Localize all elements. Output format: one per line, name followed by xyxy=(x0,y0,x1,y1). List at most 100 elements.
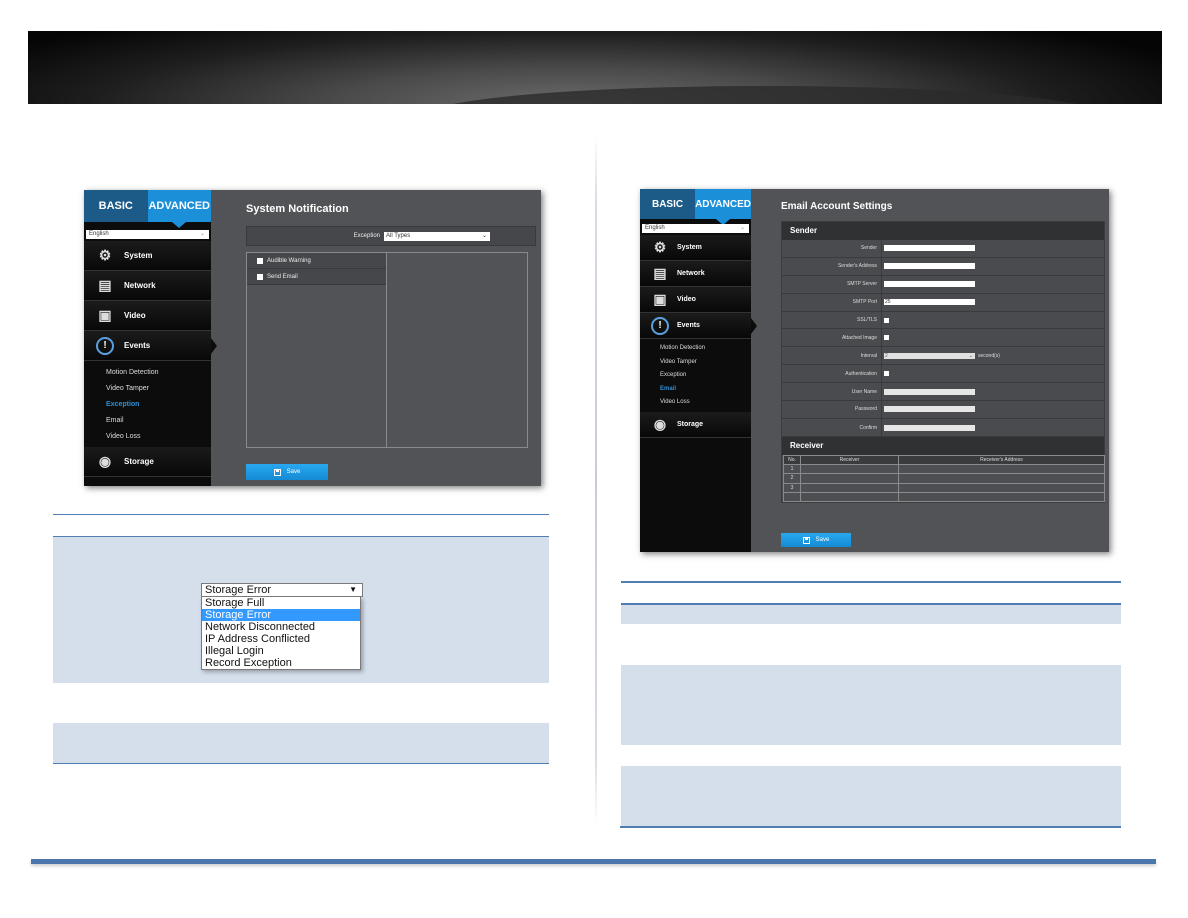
submenu-exception[interactable]: Exception xyxy=(106,397,211,413)
dropdown-option-highlighted[interactable]: Storage Error xyxy=(202,609,360,621)
sidebar-item-network[interactable]: ▤ Network xyxy=(84,271,211,301)
dropdown-option[interactable]: IP Address Conflicted xyxy=(202,633,360,645)
ssl-tls-checkbox[interactable] xyxy=(884,317,889,323)
sender-address-row: Sender's Address xyxy=(782,257,1104,276)
save-button[interactable]: Save xyxy=(246,464,328,480)
table-row[interactable] xyxy=(783,491,1106,502)
audible-warning-checkbox[interactable] xyxy=(257,257,263,264)
dropdown-option[interactable]: Record Exception xyxy=(202,657,360,669)
exception-type-dropdown[interactable]: Storage Error ▼ Storage Full Storage Erro… xyxy=(201,583,363,670)
sidebar-item-storage[interactable]: ◉ Storage xyxy=(640,411,751,438)
column-header-no: No. xyxy=(783,454,801,466)
table-row[interactable]: 2 xyxy=(783,473,1106,484)
submenu-video-tamper[interactable]: Video Tamper xyxy=(660,356,751,370)
table-rule xyxy=(53,763,549,764)
dropdown-option[interactable]: Network Disconnected xyxy=(202,621,360,633)
detail-pane xyxy=(387,253,527,447)
tab-basic[interactable]: BASIC xyxy=(84,190,148,222)
sender-heading: Sender xyxy=(782,222,1104,240)
tab-advanced[interactable]: ADVANCED xyxy=(147,190,211,228)
attached-image-checkbox[interactable] xyxy=(884,335,889,341)
confirm-input[interactable] xyxy=(884,424,975,431)
sidebar-item-video[interactable]: ▣ Video xyxy=(640,287,751,313)
row-address[interactable] xyxy=(897,473,1106,484)
field-label: Sender's Address xyxy=(782,257,882,275)
sidebar: BASIC ADVANCED English ⌄ ⚙ System ▤ Network… xyxy=(640,189,757,552)
row-no: 3 xyxy=(783,482,801,493)
sidebar-item-label: System xyxy=(124,251,153,260)
password-input[interactable] xyxy=(884,406,975,413)
user-name-input[interactable] xyxy=(884,388,975,395)
storage-disk-icon: ◉ xyxy=(98,453,112,469)
interval-select[interactable]: 2 ⌄ xyxy=(884,352,975,359)
page-title: System Notification xyxy=(246,203,349,215)
sidebar-item-system[interactable]: ⚙ System xyxy=(640,235,751,261)
mode-tabs: BASIC ADVANCED xyxy=(640,189,751,225)
submenu-motion-detection[interactable]: Motion Detection xyxy=(106,365,211,381)
tab-advanced[interactable]: ADVANCED xyxy=(695,189,751,225)
authentication-checkbox[interactable] xyxy=(884,371,889,377)
submenu-exception[interactable]: Exception xyxy=(660,369,751,383)
table-rule xyxy=(53,514,549,515)
audible-warning-row[interactable]: Audible Warning xyxy=(247,253,386,269)
table-row[interactable]: 3 xyxy=(783,482,1106,493)
dropdown-selected[interactable]: Storage Error ▼ xyxy=(201,583,363,597)
send-email-row[interactable]: Send Email xyxy=(247,269,386,285)
row-receiver[interactable] xyxy=(800,482,899,493)
save-button[interactable]: Save xyxy=(781,533,851,547)
send-email-checkbox[interactable] xyxy=(257,273,263,280)
submenu-motion-detection[interactable]: Motion Detection xyxy=(660,342,751,356)
receiver-section: Receiver No. Receiver Receiver's Address… xyxy=(781,436,1106,503)
sidebar-item-video[interactable]: ▣ Video xyxy=(84,301,211,331)
floppy-disk-icon xyxy=(273,468,281,476)
row-receiver[interactable] xyxy=(800,464,899,475)
sidebar-item-events[interactable]: ! Events xyxy=(640,313,757,339)
exclamation-circle-icon: ! xyxy=(96,336,114,355)
sidebar-item-system[interactable]: ⚙ System xyxy=(84,241,211,271)
sidebar-item-events[interactable]: ! Events xyxy=(84,331,217,361)
submenu-video-loss[interactable]: Video Loss xyxy=(660,396,751,410)
receiver-heading: Receiver xyxy=(782,437,1104,455)
floppy-disk-icon xyxy=(802,536,810,544)
dropdown-option[interactable]: Illegal Login xyxy=(202,645,360,657)
tab-basic[interactable]: BASIC xyxy=(640,189,696,219)
sender-input[interactable] xyxy=(884,245,975,252)
submenu-video-loss[interactable]: Video Loss xyxy=(106,429,211,445)
table-row[interactable]: 1 xyxy=(783,464,1106,475)
field-label: Password xyxy=(782,401,882,418)
submenu-email[interactable]: Email xyxy=(660,383,751,397)
system-user-tools-icon: ⚙ xyxy=(653,239,667,255)
checkbox-label: Audible Warning xyxy=(267,257,311,264)
footer-rule xyxy=(31,859,1156,864)
notification-grid: Audible Warning Send Email xyxy=(246,252,528,448)
smtp-server-input[interactable] xyxy=(884,281,975,288)
row-no: 1 xyxy=(783,464,801,475)
column-divider xyxy=(595,135,597,825)
exception-select[interactable]: All Types ⌄ xyxy=(384,231,490,241)
submenu-video-tamper[interactable]: Video Tamper xyxy=(106,381,211,397)
row-address[interactable] xyxy=(897,482,1106,493)
field-label: User Name xyxy=(782,383,882,401)
mode-tabs: BASIC ADVANCED xyxy=(84,190,211,228)
row-address[interactable] xyxy=(897,464,1106,475)
main-panel: System Notification Exception All Types ⌄… xyxy=(211,190,541,486)
header-banner xyxy=(28,31,1162,104)
submenu-email[interactable]: Email xyxy=(106,413,211,429)
save-label: Save xyxy=(815,537,830,543)
row-receiver[interactable] xyxy=(800,473,899,484)
main-panel: Email Account Settings Sender Sender Sen… xyxy=(751,189,1109,552)
row-receiver[interactable] xyxy=(800,491,899,502)
network-tree-icon: ▤ xyxy=(653,265,667,281)
page-title: Email Account Settings xyxy=(781,201,893,212)
row-address[interactable] xyxy=(897,491,1106,502)
sidebar-item-storage[interactable]: ◉ Storage xyxy=(84,447,211,477)
language-select[interactable]: English ⌄ xyxy=(86,230,209,239)
sender-address-input[interactable] xyxy=(884,263,975,270)
action-list: Audible Warning Send Email xyxy=(247,253,387,447)
dropdown-option[interactable]: Storage Full xyxy=(202,597,360,609)
language-select[interactable]: English ⌄ xyxy=(642,224,749,233)
sidebar-item-network[interactable]: ▤ Network xyxy=(640,261,751,287)
smtp-port-input[interactable]: 25 xyxy=(884,299,975,306)
sidebar-item-label: Events xyxy=(124,341,151,350)
email-settings-screenshot: BASIC ADVANCED English ⌄ ⚙ System ▤ Network… xyxy=(640,189,1109,552)
